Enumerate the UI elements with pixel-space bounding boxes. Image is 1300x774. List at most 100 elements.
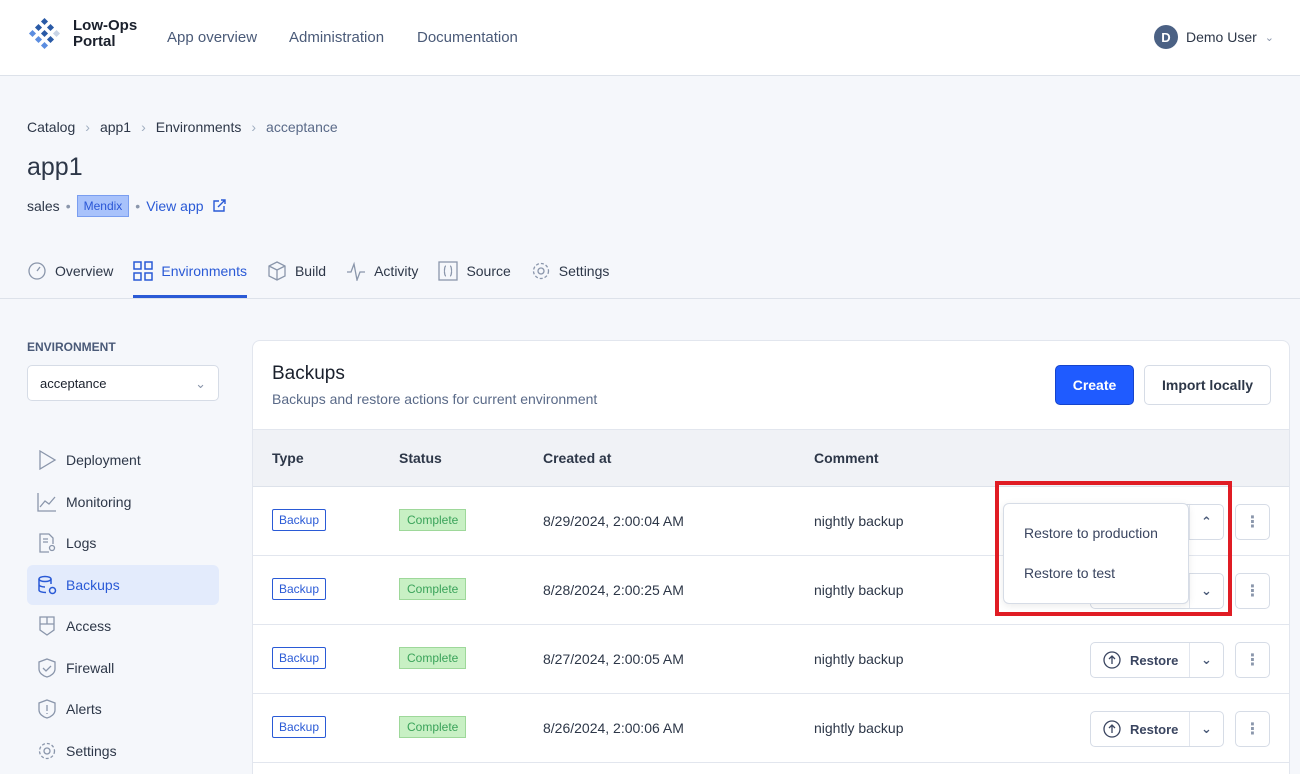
column-type[interactable]: Type xyxy=(272,450,304,466)
sidebar-item-logs[interactable]: Logs xyxy=(27,523,219,563)
table-row: Backup Complete 8/26/2024, 2:00:06 AM ni… xyxy=(253,694,1289,763)
tab-label: Source xyxy=(466,262,511,279)
type-badge: Backup xyxy=(272,716,327,738)
kebab-icon: ⋮ xyxy=(1244,652,1261,669)
arrow-up-circle-icon xyxy=(1103,651,1121,669)
avatar: D xyxy=(1154,25,1178,49)
dashboard-icon xyxy=(28,261,46,280)
sidebar-item-backups[interactable]: Backups xyxy=(27,564,219,605)
table-header: Type Status Created at Comment xyxy=(253,429,1289,487)
restore-options-toggle[interactable]: ⌄ xyxy=(1189,643,1223,677)
column-status[interactable]: Status xyxy=(399,450,442,466)
chevron-right-icon: › xyxy=(85,119,90,135)
restore-label: Restore xyxy=(1130,721,1179,737)
chart-line-icon xyxy=(37,492,56,512)
restore-button[interactable]: Restore xyxy=(1091,643,1189,677)
sidebar-item-label: Access xyxy=(66,618,112,634)
app-meta: sales • Mendix • View app xyxy=(27,195,226,217)
brand-name[interactable]: Low-Ops Portal xyxy=(73,18,137,50)
chevron-down-icon: ⌄ xyxy=(1264,31,1275,44)
breadcrumb-app[interactable]: app1 xyxy=(100,119,131,135)
chevron-right-icon: › xyxy=(141,119,146,135)
breadcrumb: Catalog › app1 › Environments › acceptance xyxy=(27,119,338,135)
more-actions-button[interactable]: ⋮ xyxy=(1235,504,1270,540)
app-tabs: Overview Environments Build Activity Sou… xyxy=(27,255,609,298)
tab-overview[interactable]: Overview xyxy=(27,255,113,298)
create-button[interactable]: Create xyxy=(1055,365,1134,405)
brand-line2: Portal xyxy=(73,33,116,50)
created-at: 8/28/2024, 2:00:25 AM xyxy=(543,582,684,598)
breadcrumb-current: acceptance xyxy=(266,119,338,135)
status-badge: Complete xyxy=(399,647,467,669)
team-label: sales xyxy=(27,198,60,214)
nav-documentation[interactable]: Documentation xyxy=(417,29,518,46)
tab-environments[interactable]: Environments xyxy=(133,255,247,298)
tab-label: Settings xyxy=(558,262,610,279)
sidebar-item-firewall[interactable]: Firewall xyxy=(27,648,219,688)
breadcrumb-catalog[interactable]: Catalog xyxy=(27,119,75,135)
sidebar-nav: Deployment Monitoring Logs Backups Acces… xyxy=(27,440,219,772)
sidebar-item-settings[interactable]: Settings xyxy=(27,731,219,771)
user-menu[interactable]: D Demo User ⌄ xyxy=(1154,25,1274,49)
column-created-at[interactable]: Created at xyxy=(543,450,611,466)
chevron-down-icon: ⌄ xyxy=(1201,652,1212,667)
view-app-link[interactable]: View app xyxy=(146,198,226,214)
shield-check-icon xyxy=(38,657,56,678)
status-badge: Complete xyxy=(399,509,467,531)
sidebar-item-label: Backups xyxy=(66,576,120,593)
gear-icon xyxy=(532,262,549,279)
table-row xyxy=(253,763,1289,774)
more-actions-button[interactable]: ⋮ xyxy=(1235,711,1270,747)
environment-label: ENVIRONMENT xyxy=(27,340,116,354)
environment-value: acceptance xyxy=(40,376,107,391)
restore-label: Restore xyxy=(1130,652,1179,668)
tab-label: Activity xyxy=(374,262,419,279)
file-search-icon xyxy=(39,533,56,553)
kebab-icon: ⋮ xyxy=(1244,514,1261,531)
restore-button[interactable]: Restore xyxy=(1091,712,1189,746)
environment-select[interactable]: acceptance ⌄ xyxy=(27,365,219,401)
created-at: 8/27/2024, 2:00:05 AM xyxy=(543,651,684,667)
tab-label: Environments xyxy=(161,262,247,279)
table-row: Backup Complete 8/27/2024, 2:00:05 AM ni… xyxy=(253,625,1289,694)
sidebar-item-label: Monitoring xyxy=(66,493,132,510)
user-name: Demo User xyxy=(1186,29,1257,45)
sidebar-item-access[interactable]: Access xyxy=(27,606,219,646)
status-badge: Complete xyxy=(399,578,467,600)
restore-options-toggle[interactable]: ⌄ xyxy=(1189,712,1223,746)
gear-icon xyxy=(38,742,56,759)
logo-icon[interactable] xyxy=(26,15,64,53)
kebab-icon: ⋮ xyxy=(1244,721,1261,738)
tab-label: Overview xyxy=(55,262,114,279)
chevron-down-icon: ⌄ xyxy=(195,376,206,391)
sidebar-item-alerts[interactable]: Alerts xyxy=(27,689,219,729)
breadcrumb-environments[interactable]: Environments xyxy=(156,119,242,135)
tab-settings[interactable]: Settings xyxy=(531,255,610,298)
sidebar-item-deployment[interactable]: Deployment xyxy=(27,440,219,480)
tab-source[interactable]: Source xyxy=(438,255,511,298)
sidebar-item-monitoring[interactable]: Monitoring xyxy=(27,482,219,522)
tab-build[interactable]: Build xyxy=(267,255,326,298)
nav-app-overview[interactable]: App overview xyxy=(167,29,257,46)
more-actions-button[interactable]: ⋮ xyxy=(1235,573,1270,609)
page-title: app1 xyxy=(27,153,83,181)
database-sync-icon xyxy=(38,575,57,594)
card-subtitle: Backups and restore actions for current … xyxy=(272,391,598,407)
tab-activity[interactable]: Activity xyxy=(346,255,418,298)
tab-divider xyxy=(0,298,1300,299)
kebab-icon: ⋮ xyxy=(1244,583,1261,600)
play-icon xyxy=(39,450,57,470)
box-icon xyxy=(268,260,286,281)
top-nav-bar: Low-Ops Portal App overview Administratio… xyxy=(0,0,1300,76)
more-actions-button[interactable]: ⋮ xyxy=(1235,642,1270,678)
card-title: Backups xyxy=(272,363,345,384)
activity-icon xyxy=(347,261,366,281)
column-comment[interactable]: Comment xyxy=(814,450,879,466)
import-locally-button[interactable]: Import locally xyxy=(1144,365,1271,405)
separator-dot: • xyxy=(65,198,71,214)
brand-line1: Low-Ops xyxy=(73,17,138,34)
nav-administration[interactable]: Administration xyxy=(289,29,384,46)
comment: nightly backup xyxy=(814,513,904,529)
created-at: 8/26/2024, 2:00:06 AM xyxy=(543,720,684,736)
restore-split-button: Restore ⌄ xyxy=(1090,642,1224,678)
